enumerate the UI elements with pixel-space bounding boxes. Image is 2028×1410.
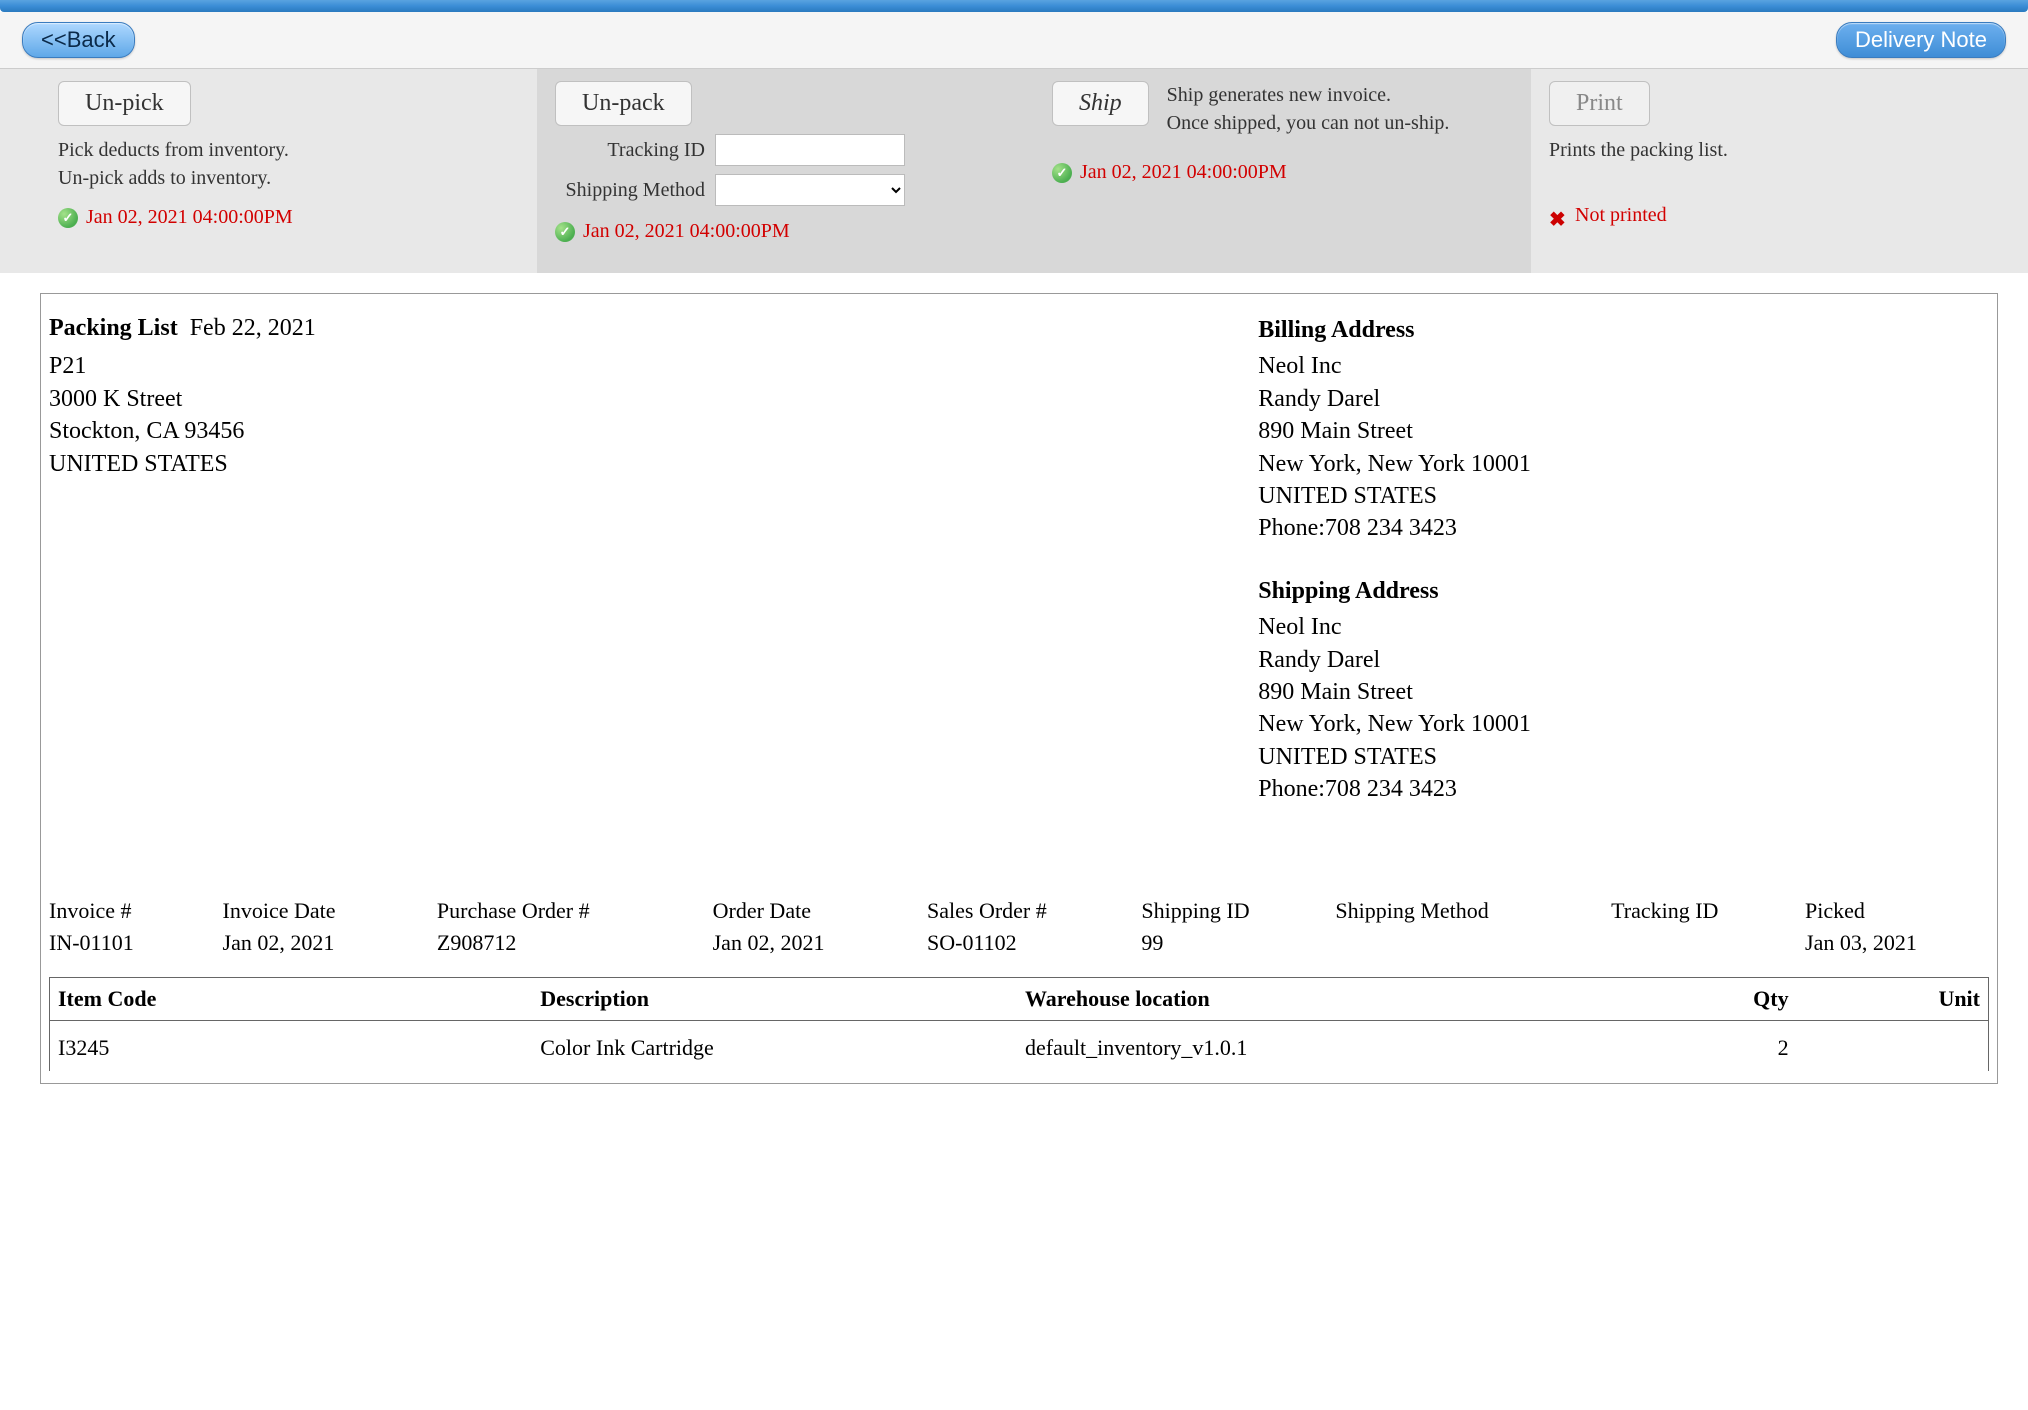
shipping-citystate: New York, New York 10001 bbox=[1258, 708, 1989, 740]
shipping-phone: Phone:708 234 3423 bbox=[1258, 773, 1989, 805]
back-button[interactable]: <<Back bbox=[22, 22, 135, 58]
pick-help: Pick deducts from inventory. Un-pick add… bbox=[58, 136, 519, 192]
item-loc: default_inventory_v1.0.1 bbox=[1019, 1021, 1601, 1072]
check-icon: ✓ bbox=[58, 208, 78, 228]
pick-cell: Un-pick Pick deducts from inventory. Un-… bbox=[40, 69, 537, 273]
print-help: Prints the packing list. bbox=[1549, 136, 2010, 164]
packing-from-block: Packing List Feb 22, 2021 P21 3000 K Str… bbox=[49, 312, 1218, 805]
from-country: UNITED STATES bbox=[49, 448, 1218, 480]
table-row: I3245Color Ink Cartridgedefault_inventor… bbox=[50, 1021, 1989, 1072]
from-citystate: Stockton, CA 93456 bbox=[49, 415, 1218, 447]
items-table: Item Code Description Warehouse location… bbox=[49, 977, 1989, 1071]
meta-value-picked: Jan 03, 2021 bbox=[1805, 927, 1989, 959]
ship-cell: Ship Ship generates new invoice. Once sh… bbox=[1034, 69, 1531, 273]
shipping-method-select[interactable] bbox=[715, 174, 905, 206]
print-cell: Print Prints the packing list. ✖ Not pri… bbox=[1531, 69, 2028, 273]
meta-value-order-date: Jan 02, 2021 bbox=[713, 927, 917, 959]
meta-value-shipping-id: 99 bbox=[1141, 927, 1325, 959]
shipping-company: Neol Inc bbox=[1258, 611, 1989, 643]
pick-help-line2: Un-pick adds to inventory. bbox=[58, 167, 271, 189]
meta-value-po-no: Z908712 bbox=[437, 927, 703, 959]
meta-value-ship-method bbox=[1335, 927, 1601, 959]
shipping-method-label: Shipping Method bbox=[555, 179, 705, 202]
unpick-button[interactable]: Un-pick bbox=[58, 81, 191, 126]
from-street: 3000 K Street bbox=[49, 383, 1218, 415]
meta-value-invoice-date: Jan 02, 2021 bbox=[223, 927, 427, 959]
meta-label-so-no: Sales Order # bbox=[927, 895, 1131, 927]
meta-label-ship-method: Shipping Method bbox=[1335, 895, 1601, 927]
ship-button[interactable]: Ship bbox=[1052, 81, 1149, 126]
meta-value-tracking-id bbox=[1611, 927, 1795, 959]
shipping-head: Shipping Address bbox=[1258, 575, 1989, 607]
packing-list-title: Packing List bbox=[49, 315, 178, 341]
billing-phone: Phone:708 234 3423 bbox=[1258, 512, 1989, 544]
pack-cell: Un-pack Tracking ID Shipping Method ✓ Ja… bbox=[537, 69, 1034, 273]
packing-id: P21 bbox=[49, 350, 1218, 382]
billing-citystate: New York, New York 10001 bbox=[1258, 448, 1989, 480]
shipping-street: 890 Main Street bbox=[1258, 676, 1989, 708]
pick-help-line1: Pick deducts from inventory. bbox=[58, 139, 289, 161]
billing-country: UNITED STATES bbox=[1258, 480, 1989, 512]
items-header-loc: Warehouse location bbox=[1019, 978, 1601, 1021]
header-bar: <<Back Delivery Note bbox=[0, 12, 2028, 69]
check-icon: ✓ bbox=[1052, 163, 1072, 183]
billing-name: Randy Darel bbox=[1258, 383, 1989, 415]
print-status-text: Not printed bbox=[1575, 204, 1667, 227]
pack-status: ✓ Jan 02, 2021 04:00:00PM bbox=[555, 220, 1016, 243]
meta-label-picked: Picked bbox=[1805, 895, 1989, 927]
meta-label-invoice-date: Invoice Date bbox=[223, 895, 427, 927]
check-icon: ✓ bbox=[555, 222, 575, 242]
delivery-note-button[interactable]: Delivery Note bbox=[1836, 22, 2006, 58]
print-status: ✖ Not printed bbox=[1549, 204, 2010, 227]
meta-label-tracking-id: Tracking ID bbox=[1611, 895, 1795, 927]
action-row: Un-pick Pick deducts from inventory. Un-… bbox=[0, 69, 2028, 273]
shipping-name: Randy Darel bbox=[1258, 644, 1989, 676]
meta-label-invoice-no: Invoice # bbox=[49, 895, 213, 927]
tracking-id-label: Tracking ID bbox=[555, 139, 705, 162]
pick-status: ✓ Jan 02, 2021 04:00:00PM bbox=[58, 206, 519, 229]
billing-street: 890 Main Street bbox=[1258, 415, 1989, 447]
items-header-desc: Description bbox=[534, 978, 1019, 1021]
items-header-qty: Qty bbox=[1601, 978, 1795, 1021]
meta-label-shipping-id: Shipping ID bbox=[1141, 895, 1325, 927]
meta-label-po-no: Purchase Order # bbox=[437, 895, 703, 927]
address-block: Billing Address Neol Inc Randy Darel 890… bbox=[1258, 312, 1989, 805]
x-icon: ✖ bbox=[1549, 207, 1567, 225]
window-top-bar bbox=[0, 0, 2028, 12]
meta-label-order-date: Order Date bbox=[713, 895, 917, 927]
item-desc: Color Ink Cartridge bbox=[534, 1021, 1019, 1072]
shipping-country: UNITED STATES bbox=[1258, 741, 1989, 773]
ship-timestamp: Jan 02, 2021 04:00:00PM bbox=[1080, 161, 1287, 184]
items-header-unit: Unit bbox=[1795, 978, 1989, 1021]
pick-timestamp: Jan 02, 2021 04:00:00PM bbox=[86, 206, 293, 229]
ship-status: ✓ Jan 02, 2021 04:00:00PM bbox=[1052, 161, 1513, 184]
items-header-row: Item Code Description Warehouse location… bbox=[50, 978, 1989, 1021]
ship-help: Ship generates new invoice. Once shipped… bbox=[1167, 81, 1450, 137]
item-code: I3245 bbox=[50, 1021, 535, 1072]
items-header-code: Item Code bbox=[50, 978, 535, 1021]
pack-timestamp: Jan 02, 2021 04:00:00PM bbox=[583, 220, 790, 243]
meta-value-invoice-no: IN-01101 bbox=[49, 927, 213, 959]
item-unit bbox=[1795, 1021, 1989, 1072]
item-qty: 2 bbox=[1601, 1021, 1795, 1072]
billing-company: Neol Inc bbox=[1258, 350, 1989, 382]
billing-head: Billing Address bbox=[1258, 314, 1989, 346]
packing-list-date: Feb 22, 2021 bbox=[190, 315, 316, 341]
meta-table: Invoice # Invoice Date Purchase Order # … bbox=[49, 895, 1989, 959]
tracking-id-input[interactable] bbox=[715, 134, 905, 166]
print-button[interactable]: Print bbox=[1549, 81, 1650, 126]
unpack-button[interactable]: Un-pack bbox=[555, 81, 692, 126]
ship-help-line1: Ship generates new invoice. bbox=[1167, 84, 1391, 106]
meta-value-so-no: SO-01102 bbox=[927, 927, 1131, 959]
packing-list-panel: Packing List Feb 22, 2021 P21 3000 K Str… bbox=[40, 293, 1998, 1084]
ship-help-line2: Once shipped, you can not un-ship. bbox=[1167, 112, 1450, 134]
